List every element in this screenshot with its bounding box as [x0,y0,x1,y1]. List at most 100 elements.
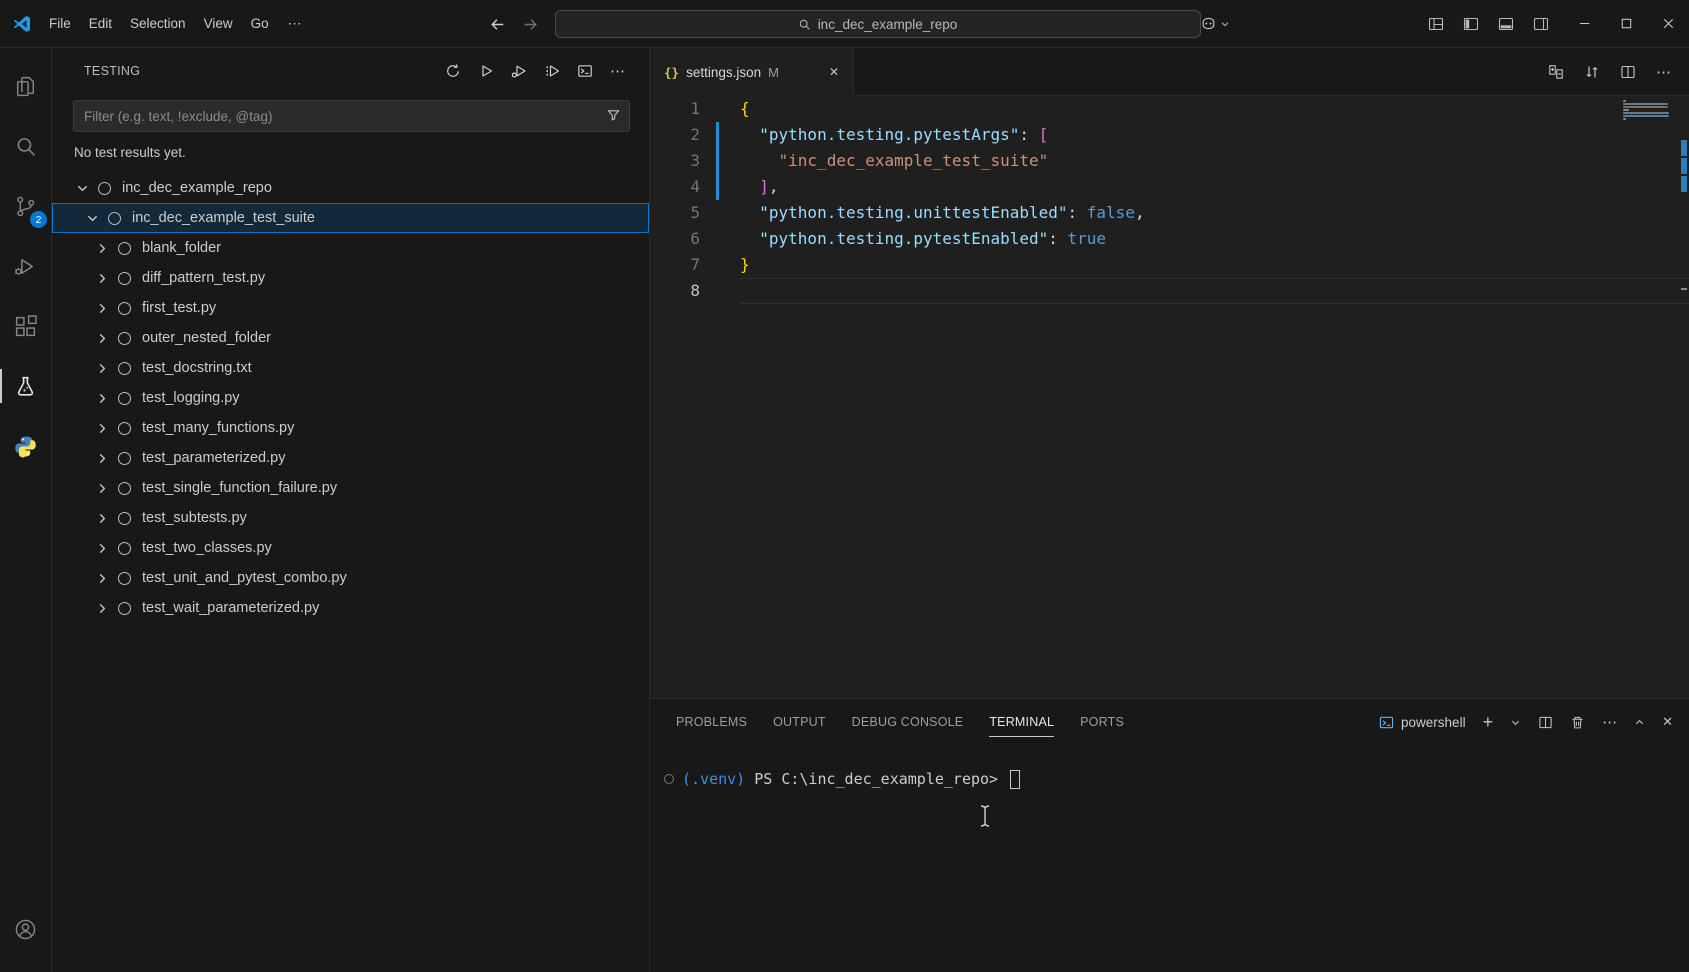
command-center-search[interactable]: inc_dec_example_repo [555,10,1201,38]
search-view-icon[interactable] [0,116,51,176]
menu-edit[interactable]: Edit [80,16,121,31]
panel-tab-output[interactable]: OUTPUT [760,699,839,745]
tree-item-inc_dec_example_repo[interactable]: inc_dec_example_repo [52,173,649,203]
run-tests-button[interactable] [477,63,494,79]
minimize-button[interactable] [1563,0,1605,48]
panel-tab-problems[interactable]: PROBLEMS [663,699,760,745]
menu-go[interactable]: Go [242,16,278,31]
chevron-right-icon[interactable] [94,240,110,256]
testing-toolbar: ⋯ [444,62,626,80]
close-window-button[interactable] [1647,0,1689,48]
chevron-right-icon[interactable] [94,600,110,616]
copilot-button[interactable] [1200,15,1230,32]
chevron-right-icon[interactable] [94,540,110,556]
source-control-icon[interactable]: 2 [0,176,51,236]
code-line[interactable] [740,278,1689,304]
terminal-profile-dropdown-icon[interactable] [1510,717,1521,728]
chevron-right-icon[interactable] [94,270,110,286]
tree-item-test_parameterized.py[interactable]: test_parameterized.py [52,443,649,473]
chevron-right-icon[interactable] [94,330,110,346]
panel-tab-terminal[interactable]: TERMINAL [976,699,1067,745]
terminal-tab-powershell[interactable]: powershell [1379,715,1466,730]
tree-item-test_unit_and_pytest_combo.py[interactable]: test_unit_and_pytest_combo.py [52,563,649,593]
chevron-down-icon[interactable] [84,210,100,226]
toggle-secondary-sidebar-button[interactable] [1533,16,1549,32]
debug-tests-button[interactable] [510,63,527,79]
maximize-button[interactable] [1605,0,1647,48]
python-icon[interactable] [0,416,51,476]
panel-tab-debug-console[interactable]: DEBUG CONSOLE [839,699,977,745]
terminal-content[interactable]: (.venv) PS C:\inc_dec_example_repo> [650,745,1689,972]
back-button[interactable] [489,16,506,33]
tab-settings-json[interactable]: {} settings.json M ✕ [650,48,854,96]
code-line[interactable]: "python.testing.pytestArgs": [ [740,122,1689,148]
new-terminal-button[interactable]: + [1483,713,1494,731]
account-icon[interactable] [0,900,51,958]
tree-item-diff_pattern_test.py[interactable]: diff_pattern_test.py [52,263,649,293]
filter-icon[interactable] [606,108,621,123]
tree-item-test_logging.py[interactable]: test_logging.py [52,383,649,413]
chevron-right-icon[interactable] [94,570,110,586]
code-line[interactable]: "python.testing.pytestEnabled": true [740,226,1689,252]
code-line[interactable]: "python.testing.unittestEnabled": false, [740,200,1689,226]
toggle-sidebar-button[interactable] [1463,16,1479,32]
close-panel-icon[interactable]: ✕ [1662,714,1673,730]
tree-item-test_many_functions.py[interactable]: test_many_functions.py [52,413,649,443]
editor-more-actions-icon[interactable]: ⋯ [1656,63,1671,81]
chevron-right-icon[interactable] [94,390,110,406]
refresh-tests-button[interactable] [444,63,461,79]
run-and-debug-icon[interactable] [0,236,51,296]
chevron-down-icon[interactable] [74,180,90,196]
menu-file[interactable]: File [40,16,80,31]
line-number: 5 [650,200,700,226]
tests-filter-input[interactable] [73,100,630,132]
tree-item-outer_nested_folder[interactable]: outer_nested_folder [52,323,649,353]
code-line[interactable]: { [740,96,1689,122]
code-line[interactable]: ], [740,174,1689,200]
code-content[interactable]: { "python.testing.pytestArgs": [ "inc_de… [712,96,1689,698]
testing-view-icon[interactable] [0,356,51,416]
terminal-cursor [1010,770,1020,789]
explorer-icon[interactable] [0,56,51,116]
testing-more-actions-button[interactable]: ⋯ [609,62,626,80]
split-terminal-icon[interactable] [1538,715,1553,730]
chevron-right-icon[interactable] [94,510,110,526]
open-changes-icon[interactable] [1548,64,1564,80]
menu-view[interactable]: View [195,16,242,31]
run-tests-with-coverage-button[interactable] [543,63,560,79]
tree-item-inc_dec_example_test_suite[interactable]: inc_dec_example_test_suite [52,203,649,233]
close-tab-button[interactable]: ✕ [825,63,843,81]
tree-item-test_two_classes.py[interactable]: test_two_classes.py [52,533,649,563]
menu-more-button[interactable]: ⋯ [278,15,312,32]
chevron-right-icon[interactable] [94,480,110,496]
customize-layout-button[interactable] [1428,16,1444,32]
panel-more-actions-icon[interactable]: ⋯ [1602,713,1617,731]
command-center-text: inc_dec_example_repo [818,17,958,32]
tree-item-first_test.py[interactable]: first_test.py [52,293,649,323]
maximize-panel-icon[interactable] [1634,717,1645,728]
chevron-right-icon[interactable] [94,360,110,376]
tree-item-test_wait_parameterized.py[interactable]: test_wait_parameterized.py [52,593,649,623]
test-state-circle-icon [118,512,131,525]
forward-button[interactable] [522,16,539,33]
tree-item-test_subtests.py[interactable]: test_subtests.py [52,503,649,533]
compare-changes-icon[interactable] [1584,64,1600,80]
chevron-right-icon[interactable] [94,450,110,466]
code-line[interactable]: } [740,252,1689,278]
line-number: 3 [650,148,700,174]
show-test-output-button[interactable] [576,63,593,79]
extensions-icon[interactable] [0,296,51,356]
chevron-right-icon[interactable] [94,420,110,436]
chevron-right-icon[interactable] [94,300,110,316]
code-line[interactable]: "inc_dec_example_test_suite" [740,148,1689,174]
kill-terminal-icon[interactable] [1570,715,1585,730]
split-editor-icon[interactable] [1620,64,1636,80]
tree-item-blank_folder[interactable]: blank_folder [52,233,649,263]
tree-item-test_single_function_failure.py[interactable]: test_single_function_failure.py [52,473,649,503]
toggle-panel-button[interactable] [1498,16,1514,32]
minimap[interactable] [1623,100,1673,124]
tree-item-test_docstring.txt[interactable]: test_docstring.txt [52,353,649,383]
menu-selection[interactable]: Selection [121,16,195,31]
editor-group: {} settings.json M ✕ ⋯ [650,48,1689,972]
panel-tab-ports[interactable]: PORTS [1067,699,1137,745]
